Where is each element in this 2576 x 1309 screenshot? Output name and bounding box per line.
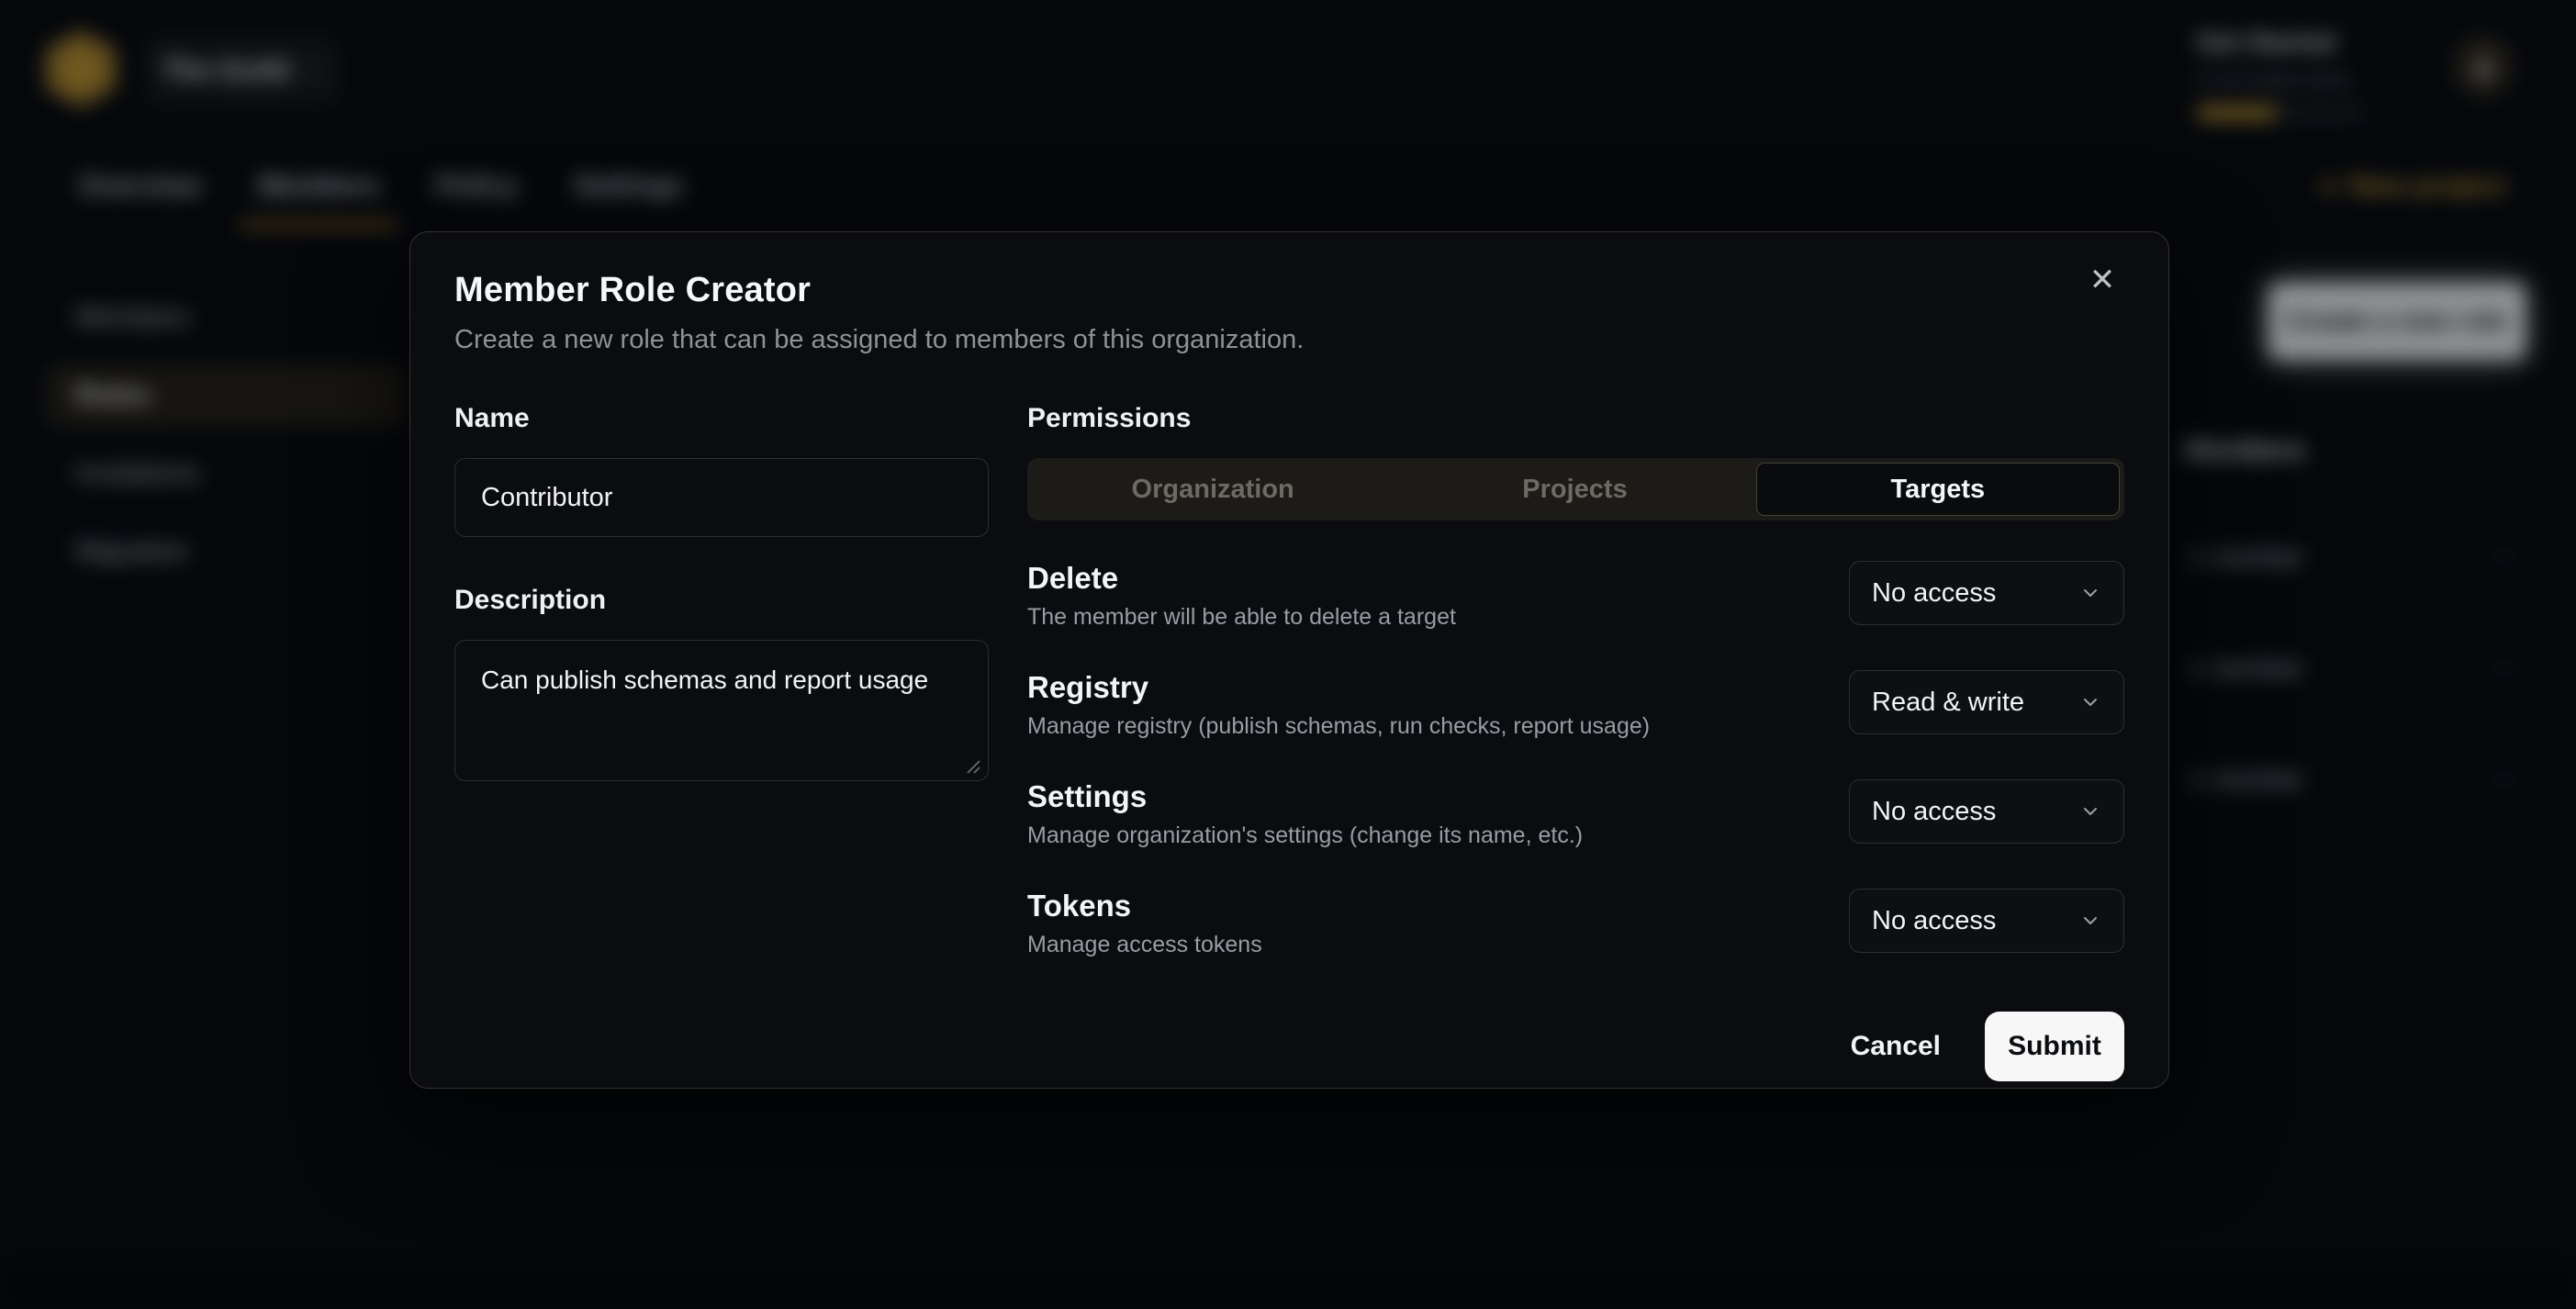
permission-title: Delete [1027, 561, 1456, 596]
permission-description: Manage access tokens [1027, 932, 1262, 958]
modal-subtitle: Create a new role that can be assigned t… [454, 325, 2124, 355]
close-icon[interactable]: ✕ [2078, 256, 2126, 304]
modal-title: Member Role Creator [454, 271, 2124, 310]
permission-description: Manage registry (publish schemas, run ch… [1027, 713, 1650, 740]
modal-body: Name Description Can publish schemas and… [454, 403, 2124, 958]
permissions-label: Permissions [1027, 403, 2124, 434]
chevron-down-icon [2079, 800, 2101, 822]
select-value: No access [1872, 906, 1996, 936]
submit-button[interactable]: Submit [1985, 1012, 2124, 1081]
permissions-tab-projects[interactable]: Projects [1394, 463, 1755, 516]
chevron-down-icon [2079, 910, 2101, 932]
permission-rows: Delete The member will be able to delete… [1027, 561, 2124, 958]
role-identity-column: Name Description Can publish schemas and… [454, 403, 989, 958]
permission-description: The member will be able to delete a targ… [1027, 604, 1456, 631]
settings-access-select[interactable]: No access [1849, 779, 2124, 844]
permission-row-registry: Registry Manage registry (publish schema… [1027, 670, 2124, 740]
description-label: Description [454, 585, 989, 616]
select-value: No access [1872, 797, 1996, 827]
modal-footer: Cancel Submit [454, 1012, 2124, 1081]
chevron-down-icon [2079, 691, 2101, 713]
permissions-tab-targets[interactable]: Targets [1756, 463, 2120, 516]
member-role-creator-modal: ✕ Member Role Creator Create a new role … [409, 231, 2169, 1089]
select-value: Read & write [1872, 688, 2024, 718]
tokens-access-select[interactable]: No access [1849, 889, 2124, 953]
delete-access-select[interactable]: No access [1849, 561, 2124, 625]
registry-access-select[interactable]: Read & write [1849, 670, 2124, 734]
permission-row-tokens: Tokens Manage access tokens No access [1027, 889, 2124, 958]
permission-title: Tokens [1027, 889, 1262, 923]
permission-row-delete: Delete The member will be able to delete… [1027, 561, 2124, 631]
permission-description: Manage organization's settings (change i… [1027, 822, 1583, 849]
permissions-column: Permissions Organization Projects Target… [1027, 403, 2124, 958]
description-block: Description Can publish schemas and repo… [454, 585, 989, 786]
name-label: Name [454, 403, 989, 434]
resize-handle-icon[interactable] [965, 758, 981, 775]
permission-title: Registry [1027, 670, 1650, 705]
cancel-button[interactable]: Cancel [1851, 1031, 1941, 1062]
role-description-textarea[interactable]: Can publish schemas and report usage [454, 640, 989, 781]
permission-title: Settings [1027, 779, 1583, 814]
permissions-tab-bar: Organization Projects Targets [1027, 458, 2124, 520]
select-value: No access [1872, 578, 1996, 609]
chevron-down-icon [2079, 582, 2101, 604]
role-name-input[interactable] [454, 458, 989, 537]
permission-row-settings: Settings Manage organization's settings … [1027, 779, 2124, 849]
permissions-tab-organization[interactable]: Organization [1032, 463, 1394, 516]
